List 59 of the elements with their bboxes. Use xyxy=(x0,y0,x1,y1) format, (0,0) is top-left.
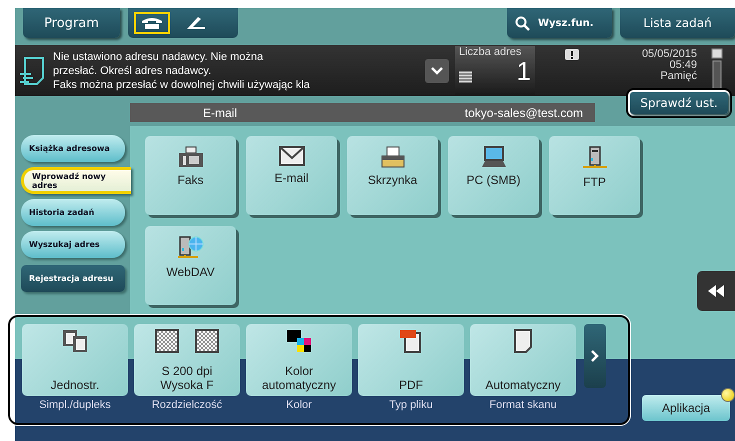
resolution-icon xyxy=(155,329,219,353)
memory-label: Pamięć xyxy=(660,71,697,82)
date-text: 05/05/2015 xyxy=(642,49,697,60)
sidebar-tab[interactable]: Wyszukaj adres xyxy=(21,231,125,258)
warning-icon xyxy=(565,49,579,60)
setting-button[interactable]: Automatyczny xyxy=(470,324,576,396)
tray-icon xyxy=(380,146,406,168)
collapse-button[interactable] xyxy=(697,271,735,311)
chevron-down-icon xyxy=(431,66,443,74)
fax-icon xyxy=(178,146,204,168)
check-settings-button[interactable]: Sprawdź ust. xyxy=(630,92,728,114)
address-count-label: Liczba adres xyxy=(459,46,522,58)
program-button[interactable]: Program xyxy=(23,8,120,38)
setting-label: Simpl./dupleks xyxy=(39,399,111,411)
server-globe-icon xyxy=(176,236,204,260)
envelope-icon xyxy=(278,146,304,166)
job-list-button[interactable]: Lista zadań xyxy=(620,8,735,38)
destination-type-button[interactable]: E-mail xyxy=(246,136,337,215)
search-icon xyxy=(515,16,530,30)
line-tab[interactable] xyxy=(134,12,170,34)
laptop-icon xyxy=(480,146,506,168)
setting-button[interactable]: Kolor automatyczny xyxy=(246,324,352,396)
next-page-button[interactable] xyxy=(584,324,606,388)
double-left-arrow-icon xyxy=(708,285,724,297)
notification-dot xyxy=(721,388,735,402)
setting-label: Typ pliku xyxy=(389,399,433,411)
destination-type-button[interactable]: Skrzynka xyxy=(347,136,438,215)
application-button[interactable]: Aplikacja xyxy=(642,395,730,421)
chevron-right-icon xyxy=(591,350,599,362)
color-squares-icon xyxy=(286,329,312,353)
duplex-pages-icon xyxy=(62,329,88,353)
server-icon xyxy=(582,146,608,170)
sidebar-tab[interactable]: Wprowadź nowy adres xyxy=(21,167,131,194)
destination-address: tokyo-sales@test.com xyxy=(464,106,583,120)
destination-type-button[interactable]: FTP xyxy=(549,136,640,215)
setting-label: Format skanu xyxy=(489,399,557,411)
address-count: 1 xyxy=(516,58,531,84)
document-icon xyxy=(19,56,47,86)
expand-button[interactable] xyxy=(425,58,449,82)
destination-type-button[interactable]: PC (SMB) xyxy=(448,136,539,215)
sidebar-tab[interactable]: Książka adresowa xyxy=(21,135,125,162)
setting-label: Rozdzielczość xyxy=(152,399,222,411)
pdf-file-icon xyxy=(398,329,424,353)
setting-button[interactable]: Jednostr. xyxy=(22,324,128,396)
phone-icon xyxy=(141,17,163,29)
sidebar-tab[interactable]: Historia zadań xyxy=(21,199,125,226)
setting-button[interactable]: S 200 dpi Wysoka F xyxy=(134,324,240,396)
register-address-button[interactable]: Rejestracja adresu xyxy=(21,265,125,292)
search-button[interactable]: Wysz.fun. xyxy=(507,8,612,38)
destination-type-button[interactable]: Faks xyxy=(145,136,236,215)
handset-icon xyxy=(186,16,206,30)
message-text: Nie ustawiono adresu nadawcy. Nie można przesłać. Określ adres nadawcy. Faks można przesłać w dowolnej chwili używając kla xyxy=(53,50,311,92)
setting-button[interactable]: PDF xyxy=(358,324,464,396)
list-icon xyxy=(459,71,472,84)
setting-label: Kolor xyxy=(286,399,312,411)
destination-type: E-mail xyxy=(203,106,238,120)
page-icon xyxy=(513,329,533,353)
destination-type-button[interactable]: WebDAV xyxy=(145,226,236,305)
time-text: 05:49 xyxy=(669,60,697,71)
